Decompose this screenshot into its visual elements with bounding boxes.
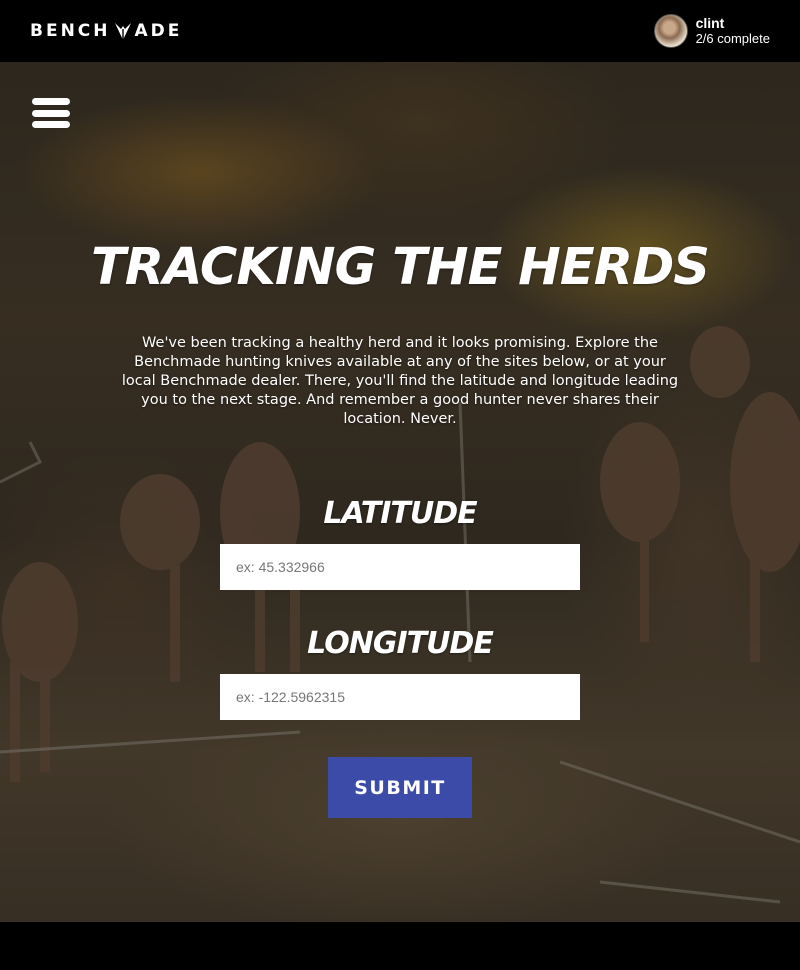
user-profile[interactable]: clint 2/6 complete (653, 14, 770, 48)
user-info: clint 2/6 complete (696, 15, 770, 47)
footer-bar (0, 922, 800, 970)
menu-line (32, 98, 70, 105)
longitude-label: LONGITUDE (307, 626, 494, 661)
hero-section: TRACKING THE HERDS We've been tracking a… (0, 62, 800, 922)
latitude-input[interactable] (220, 544, 580, 590)
butterfly-logo-icon (114, 23, 131, 40)
menu-line (32, 121, 70, 128)
logo-text-right: ADE (134, 21, 183, 41)
user-name: clint (695, 15, 725, 31)
intro-text: We've been tracking a healthy herd and i… (121, 335, 679, 427)
hamburger-menu-icon[interactable] (32, 98, 70, 128)
submit-button[interactable]: SUBMIT (328, 757, 472, 818)
benchmade-logo[interactable]: BENCH ADE (30, 20, 182, 42)
latitude-label: LATITUDE (323, 496, 477, 531)
top-bar: BENCH ADE clint 2/6 complete (0, 0, 800, 62)
progress-status: 2/6 complete (695, 31, 770, 46)
longitude-input[interactable] (220, 674, 580, 720)
page-title: TRACKING THE HERDS (90, 238, 710, 297)
logo-text-left: BENCH (30, 21, 111, 41)
menu-line (32, 109, 70, 117)
avatar[interactable] (653, 14, 688, 48)
